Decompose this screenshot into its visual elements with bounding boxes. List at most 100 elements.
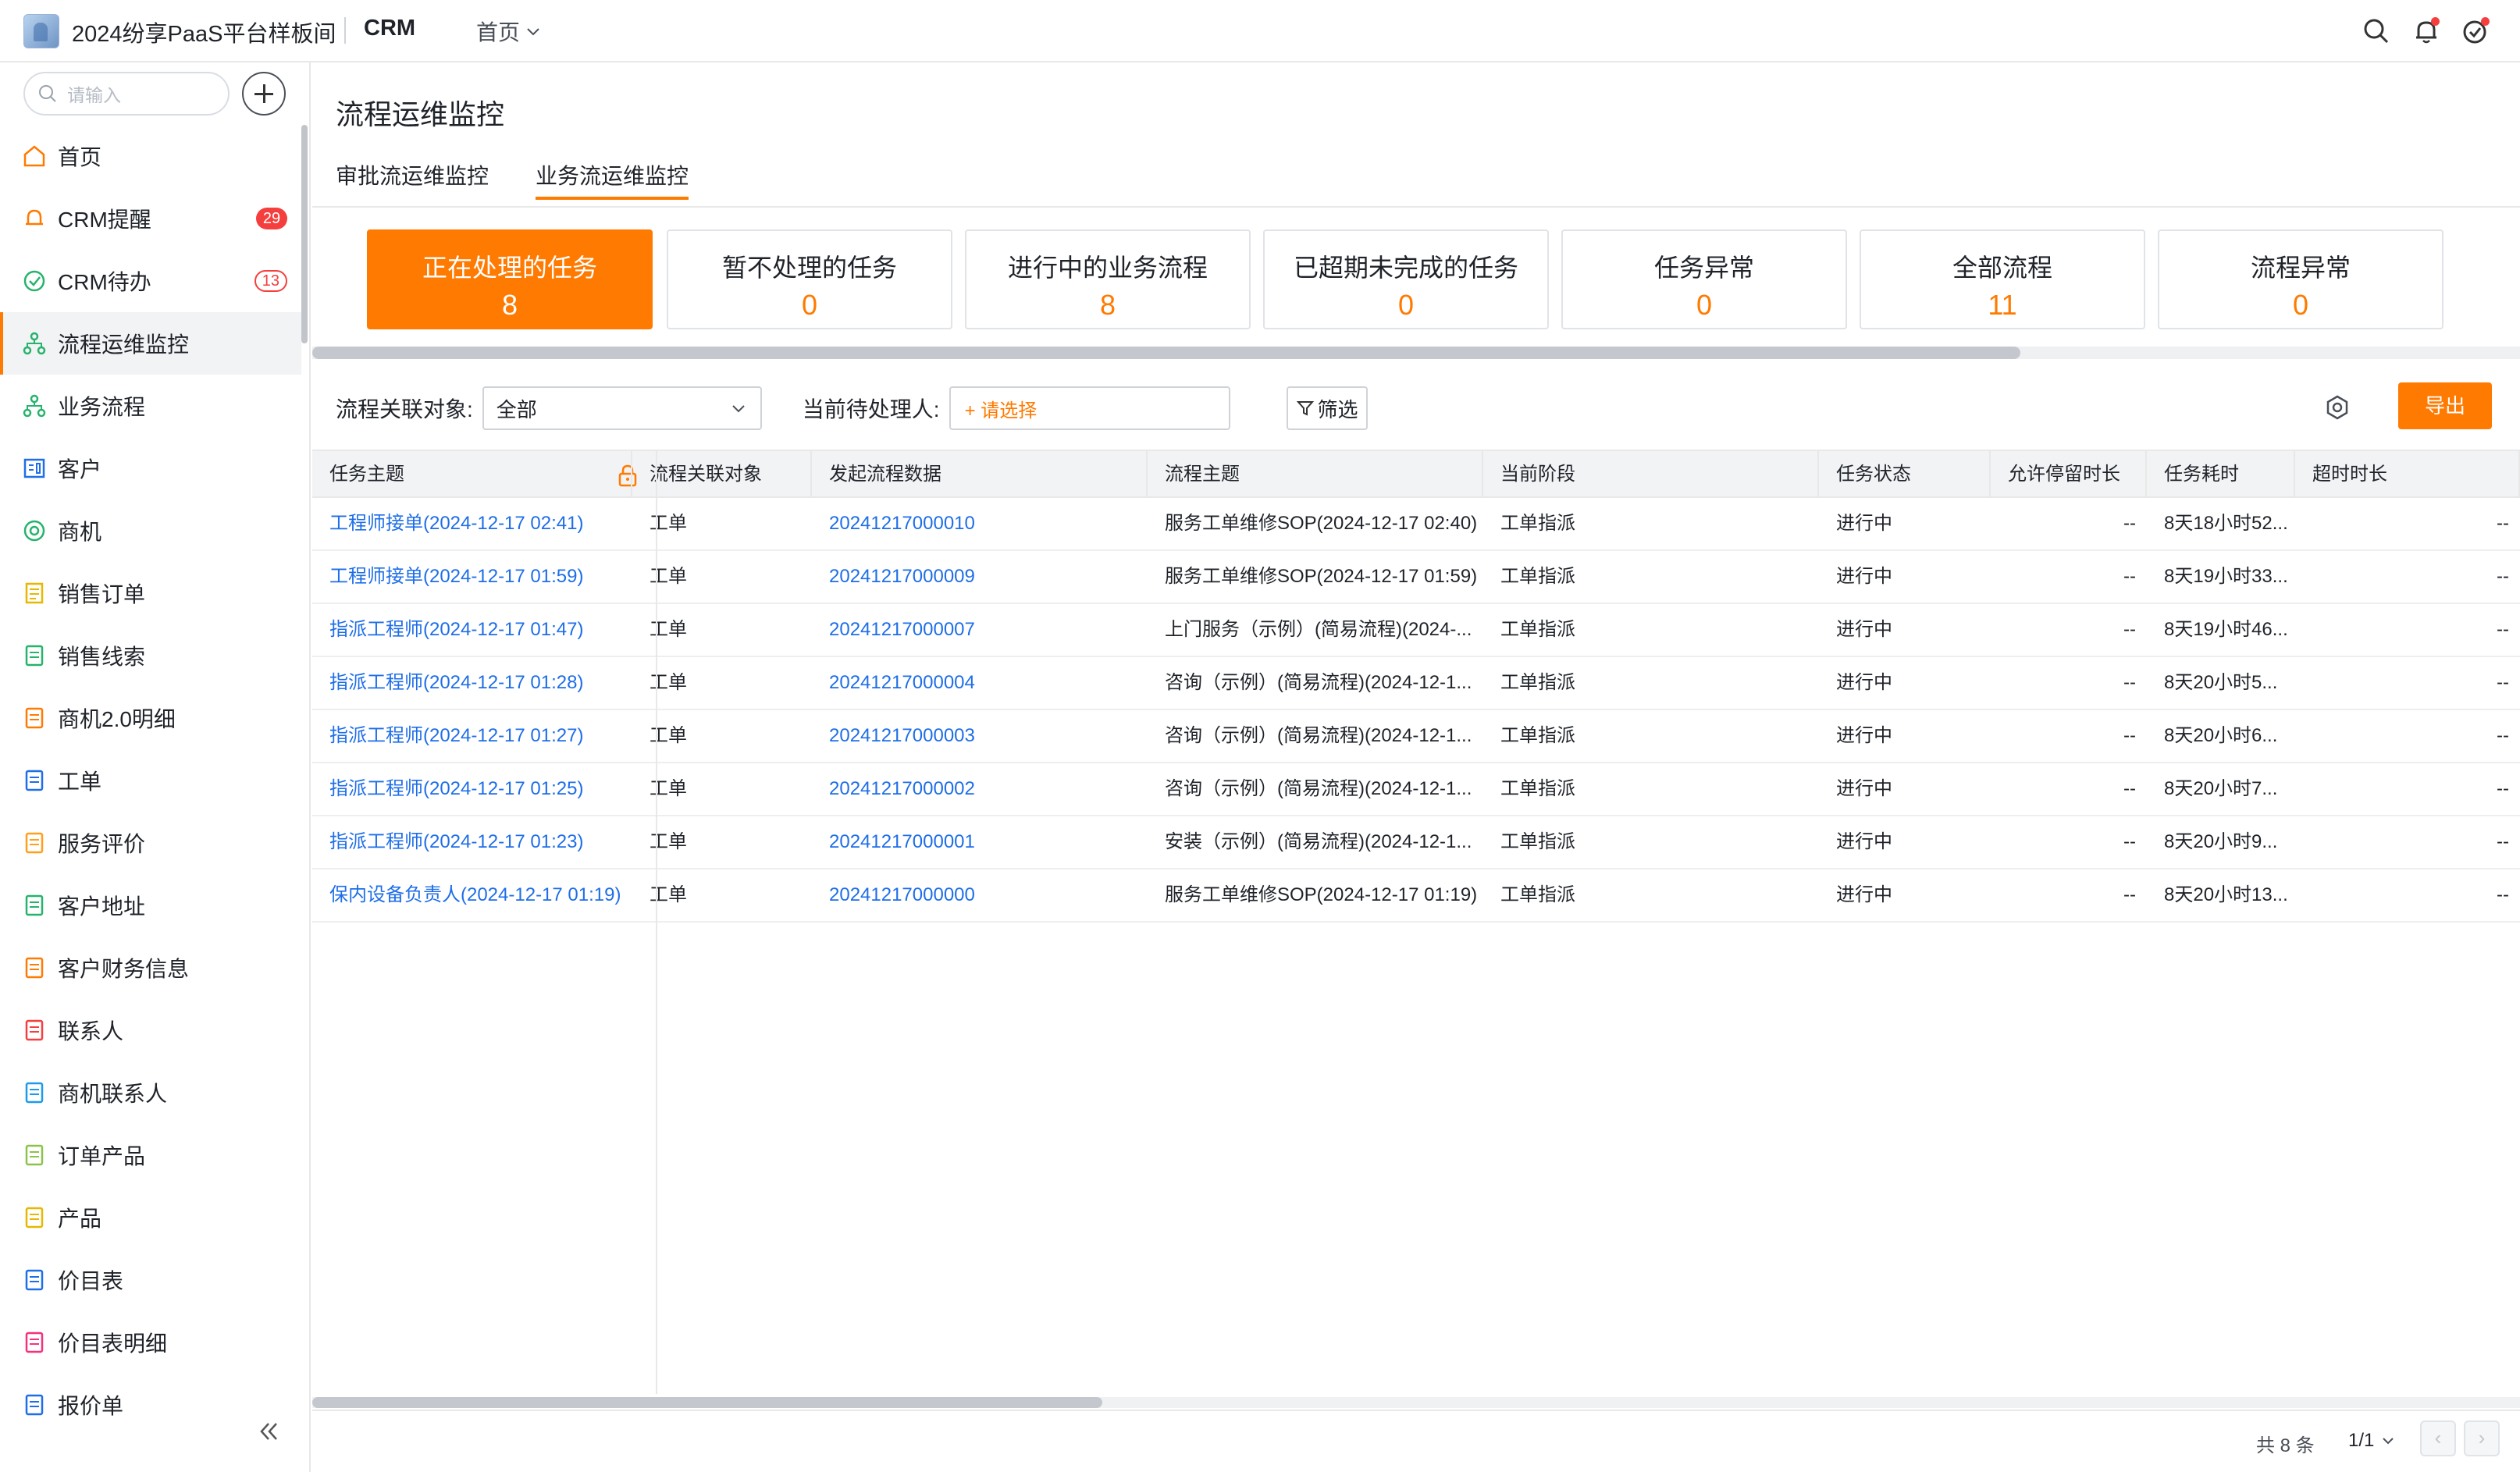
sidebar-item[interactable]: 客户财务信息 (0, 937, 301, 999)
stat-card[interactable]: 任务异常 0 (1561, 229, 1847, 329)
table-row[interactable]: 指派工程师(2024-12-17 01:25) 工单 20241217000002 咨… (312, 763, 2520, 816)
table-cell: 进行中 (1836, 672, 1892, 693)
flow-icon (23, 394, 46, 418)
sidebar-item[interactable]: 流程运维监控 (0, 312, 301, 375)
object-filter-select[interactable]: 全部 (482, 386, 762, 430)
module-name[interactable]: CRM (364, 16, 415, 41)
handler-picker[interactable]: + 请选择 (949, 386, 1230, 430)
sidebar-item[interactable]: 客户 (0, 437, 301, 500)
sidebar-item[interactable]: 商机 (0, 500, 301, 562)
flow-data-link[interactable]: 20241217000002 (812, 763, 1148, 815)
export-button[interactable]: 导出 (2398, 382, 2492, 429)
stat-card[interactable]: 全部流程 11 (1860, 229, 2145, 329)
task-link[interactable]: 保内设备负责人(2024-12-17 01:19) (312, 869, 632, 921)
sidebar-item[interactable]: 工单 (0, 749, 301, 812)
sidebar-item[interactable]: 价目表 (0, 1249, 301, 1311)
cards-scrollbar[interactable] (312, 347, 2520, 359)
stat-card[interactable]: 暂不处理的任务 0 (667, 229, 952, 329)
app-title[interactable]: 2024纷享PaaS平台样板间 (72, 16, 336, 48)
task-button[interactable] (2459, 16, 2490, 47)
stat-card[interactable]: 正在处理的任务 8 (367, 229, 653, 329)
task-link[interactable]: 指派工程师(2024-12-17 01:28) (312, 657, 632, 709)
table-cell: -- (2123, 672, 2136, 693)
table-row[interactable]: 指派工程师(2024-12-17 01:23) 工单 20241217000001 安… (312, 816, 2520, 869)
nav-home-dropdown[interactable]: 首页 (476, 16, 542, 47)
column-header[interactable]: 发起流程数据 (812, 451, 1148, 498)
prev-page-button[interactable]: ‹ (2420, 1420, 2456, 1456)
scrollbar-thumb[interactable] (312, 347, 2020, 359)
task-link[interactable]: 指派工程师(2024-12-17 01:47) (312, 604, 632, 656)
sidebar-item[interactable]: CRM待办 13 (0, 250, 301, 312)
sidebar-item[interactable]: 销售线索 (0, 624, 301, 687)
sidebar-item[interactable]: 服务评价 (0, 812, 301, 874)
sidebar-item-label: 商机联系人 (58, 1082, 168, 1106)
task-link[interactable]: 工程师接单(2024-12-17 01:59) (312, 551, 632, 603)
stat-card[interactable]: 进行中的业务流程 8 (965, 229, 1251, 329)
tab-approval-monitor[interactable]: 审批流运维监控 (336, 159, 489, 200)
notification-button[interactable] (2411, 16, 2442, 47)
sidebar-item-label: 工单 (58, 770, 102, 794)
flow-data-link[interactable]: 20241217000004 (812, 657, 1148, 709)
scrollbar-thumb[interactable] (312, 1397, 1102, 1408)
sidebar-item-label: 首页 (58, 145, 102, 169)
sidebar-search-input[interactable]: 请输入 (23, 72, 230, 116)
sidebar-item[interactable]: 联系人 (0, 999, 301, 1061)
next-page-button[interactable]: › (2464, 1420, 2500, 1456)
table-row[interactable]: 保内设备负责人(2024-12-17 01:19) 工单 2024121700000… (312, 869, 2520, 923)
tab-business-monitor[interactable]: 业务流运维监控 (536, 159, 689, 200)
sidebar-scrollbar[interactable] (301, 125, 308, 343)
stat-card[interactable]: 流程异常 0 (2158, 229, 2443, 329)
column-header[interactable]: 任务耗时 (2147, 451, 2295, 498)
sidebar-item[interactable]: 客户地址 (0, 874, 301, 937)
table-cell: -- (2497, 513, 2509, 534)
sidebar-item[interactable]: 商机2.0明细 (0, 687, 301, 749)
sidebar-item-label: 商机2.0明细 (58, 707, 176, 731)
column-header[interactable]: 流程主题 (1148, 451, 1483, 498)
column-header[interactable]: 允许停留时长 (1991, 451, 2147, 498)
table-row[interactable]: 工程师接单(2024-12-17 02:41) 工单 20241217000010 服… (312, 498, 2520, 551)
flow-data-link[interactable]: 20241217000010 (812, 498, 1148, 549)
table-cell: 安装（示例）(简易流程)(2024-12-1... (1165, 831, 1472, 852)
task-link[interactable]: 指派工程师(2024-12-17 01:27) (312, 710, 632, 762)
column-header[interactable]: 流程关联对象 (632, 451, 812, 498)
check-circle-icon (23, 270, 45, 292)
sidebar-item[interactable]: 业务流程 (0, 375, 301, 437)
table-row[interactable]: 指派工程师(2024-12-17 01:47) 工单 20241217000007 上… (312, 604, 2520, 657)
page-select[interactable]: 1/1 (2348, 1430, 2396, 1452)
sidebar-item-label: 业务流程 (58, 395, 146, 419)
stat-card[interactable]: 已超期未完成的任务 0 (1263, 229, 1549, 329)
sidebar-item[interactable]: 首页 (0, 125, 301, 187)
column-header[interactable]: 超时时长 (2295, 451, 2520, 498)
table-row[interactable]: 指派工程师(2024-12-17 01:28) 工单 20241217000004 咨… (312, 657, 2520, 710)
search-icon[interactable] (2361, 16, 2392, 47)
flow-data-link[interactable]: 20241217000009 (812, 551, 1148, 603)
collapse-sidebar-button[interactable] (254, 1417, 283, 1445)
sidebar-item[interactable]: 价目表明细 (0, 1311, 301, 1374)
quote-icon (25, 1394, 44, 1416)
table-cell: 工单指派 (1500, 619, 1575, 640)
stat-card-value: 8 (1099, 289, 1116, 321)
column-header[interactable]: 任务主题 (312, 451, 632, 498)
column-header[interactable]: 任务状态 (1819, 451, 1991, 498)
sidebar-item[interactable]: 销售订单 (0, 562, 301, 624)
sidebar-item[interactable]: CRM提醒 29 (0, 187, 301, 250)
company-logo[interactable] (23, 14, 59, 48)
flow-data-link[interactable]: 20241217000007 (812, 604, 1148, 656)
table-scrollbar[interactable] (312, 1397, 2520, 1408)
sidebar-item[interactable]: 订单产品 (0, 1124, 301, 1186)
task-link[interactable]: 指派工程师(2024-12-17 01:25) (312, 763, 632, 815)
filter-button[interactable]: 筛选 (1286, 386, 1368, 430)
sidebar-item[interactable]: 商机联系人 (0, 1061, 301, 1124)
flow-data-link[interactable]: 20241217000000 (812, 869, 1148, 921)
table-row[interactable]: 工程师接单(2024-12-17 01:59) 工单 20241217000009 服… (312, 551, 2520, 604)
sidebar-item[interactable]: 产品 (0, 1186, 301, 1249)
flow-data-link[interactable]: 20241217000001 (812, 816, 1148, 868)
column-header[interactable]: 当前阶段 (1483, 451, 1819, 498)
task-link[interactable]: 工程师接单(2024-12-17 02:41) (312, 498, 632, 549)
flow-data-link[interactable]: 20241217000003 (812, 710, 1148, 762)
add-button[interactable] (242, 72, 286, 116)
table-row[interactable]: 指派工程师(2024-12-17 01:27) 工单 20241217000003 咨… (312, 710, 2520, 763)
settings-gear-icon[interactable] (2322, 392, 2353, 423)
task-link[interactable]: 指派工程师(2024-12-17 01:23) (312, 816, 632, 868)
stat-card-value: 0 (801, 289, 818, 321)
